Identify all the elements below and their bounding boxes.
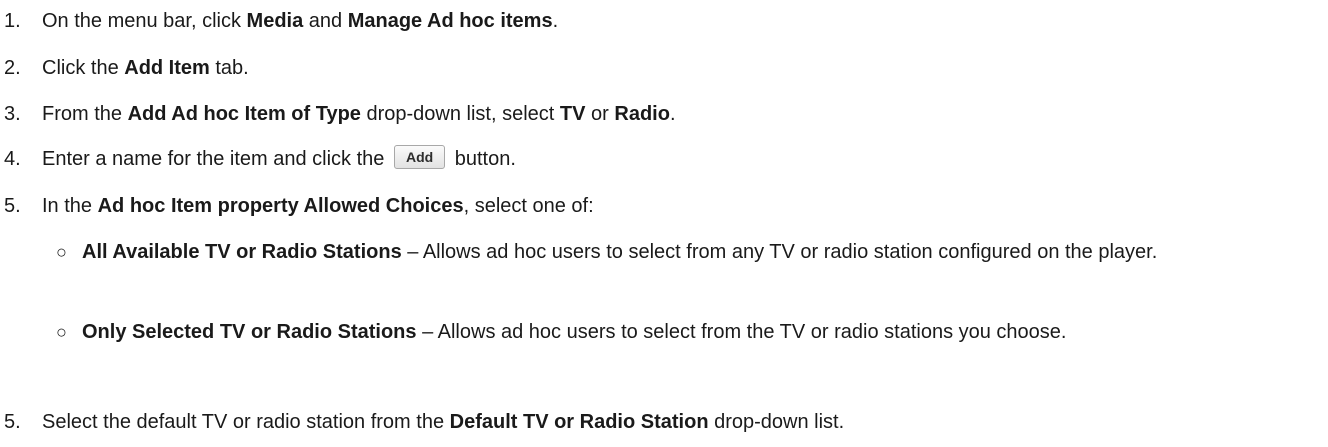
sub-item-text: Only Selected TV or Radio Stations – All… [82, 316, 1322, 348]
step-number: 4. [4, 148, 21, 170]
instruction-list: 1. On the menu bar, click Media and Manag… [0, 0, 1328, 447]
property-allowed-choices: Ad hoc Item property Allowed Choices [97, 195, 464, 217]
step-4: 4. Enter a name for the item and click th… [0, 144, 516, 171]
step-text: . [552, 10, 559, 32]
step-text: From the [42, 103, 128, 125]
tab-add-item: Add Item [124, 57, 210, 79]
option-all-available-stations: All Available TV or Radio Stations [82, 241, 402, 263]
step-text: Select the default TV or radio station f… [42, 411, 450, 433]
step-number: 2. [4, 57, 21, 79]
step-3: 3. From the Add Ad hoc Item of Type drop-… [0, 102, 676, 126]
step-text: Click the [42, 57, 125, 79]
step-text: drop-down list. [708, 411, 845, 433]
option-radio: Radio [614, 103, 670, 125]
step-text: drop-down list, select [360, 103, 560, 125]
step-text: On the menu bar, click [42, 10, 247, 32]
dropdown-default-station: Default TV or Radio Station [449, 411, 709, 433]
step-5: 5. In the Ad hoc Item property Allowed Ch… [0, 194, 594, 218]
sub-item-text: All Available TV or Radio Stations – All… [82, 236, 1322, 268]
menu-manage-ad-hoc-items: Manage Ad hoc items [347, 10, 553, 32]
step-number: 5. [4, 195, 21, 217]
step-text: , select one of: [463, 195, 594, 217]
dropdown-add-ad-hoc-item-type: Add Ad hoc Item of Type [127, 103, 361, 125]
step-6: 5. Select the default TV or radio station… [0, 410, 844, 434]
option-only-selected-stations: Only Selected TV or Radio Stations [82, 321, 417, 343]
option-tv: TV [559, 103, 586, 125]
step-number: 3. [4, 103, 21, 125]
step-number: 1. [4, 10, 21, 32]
step-text: or [585, 103, 615, 125]
circle-bullet-icon: ○ [56, 322, 67, 342]
step-2: 2. Click the Add Item tab. [0, 56, 249, 80]
step-text: and [303, 10, 348, 32]
menu-media: Media [246, 10, 304, 32]
step-text: In the [42, 195, 98, 217]
step-text: Enter a name for the item and click the [42, 148, 385, 170]
option-description: – Allows ad hoc users to select from any… [401, 241, 1158, 263]
step-number: 5. [4, 411, 21, 433]
step-text: button. [454, 148, 516, 170]
add-button[interactable]: Add [393, 144, 446, 169]
step-1: 1. On the menu bar, click Media and Manag… [0, 9, 558, 33]
step-text: . [669, 103, 676, 125]
circle-bullet-icon: ○ [56, 242, 67, 262]
option-description: – Allows ad hoc users to select from the… [416, 321, 1067, 343]
step-text: tab. [209, 57, 249, 79]
